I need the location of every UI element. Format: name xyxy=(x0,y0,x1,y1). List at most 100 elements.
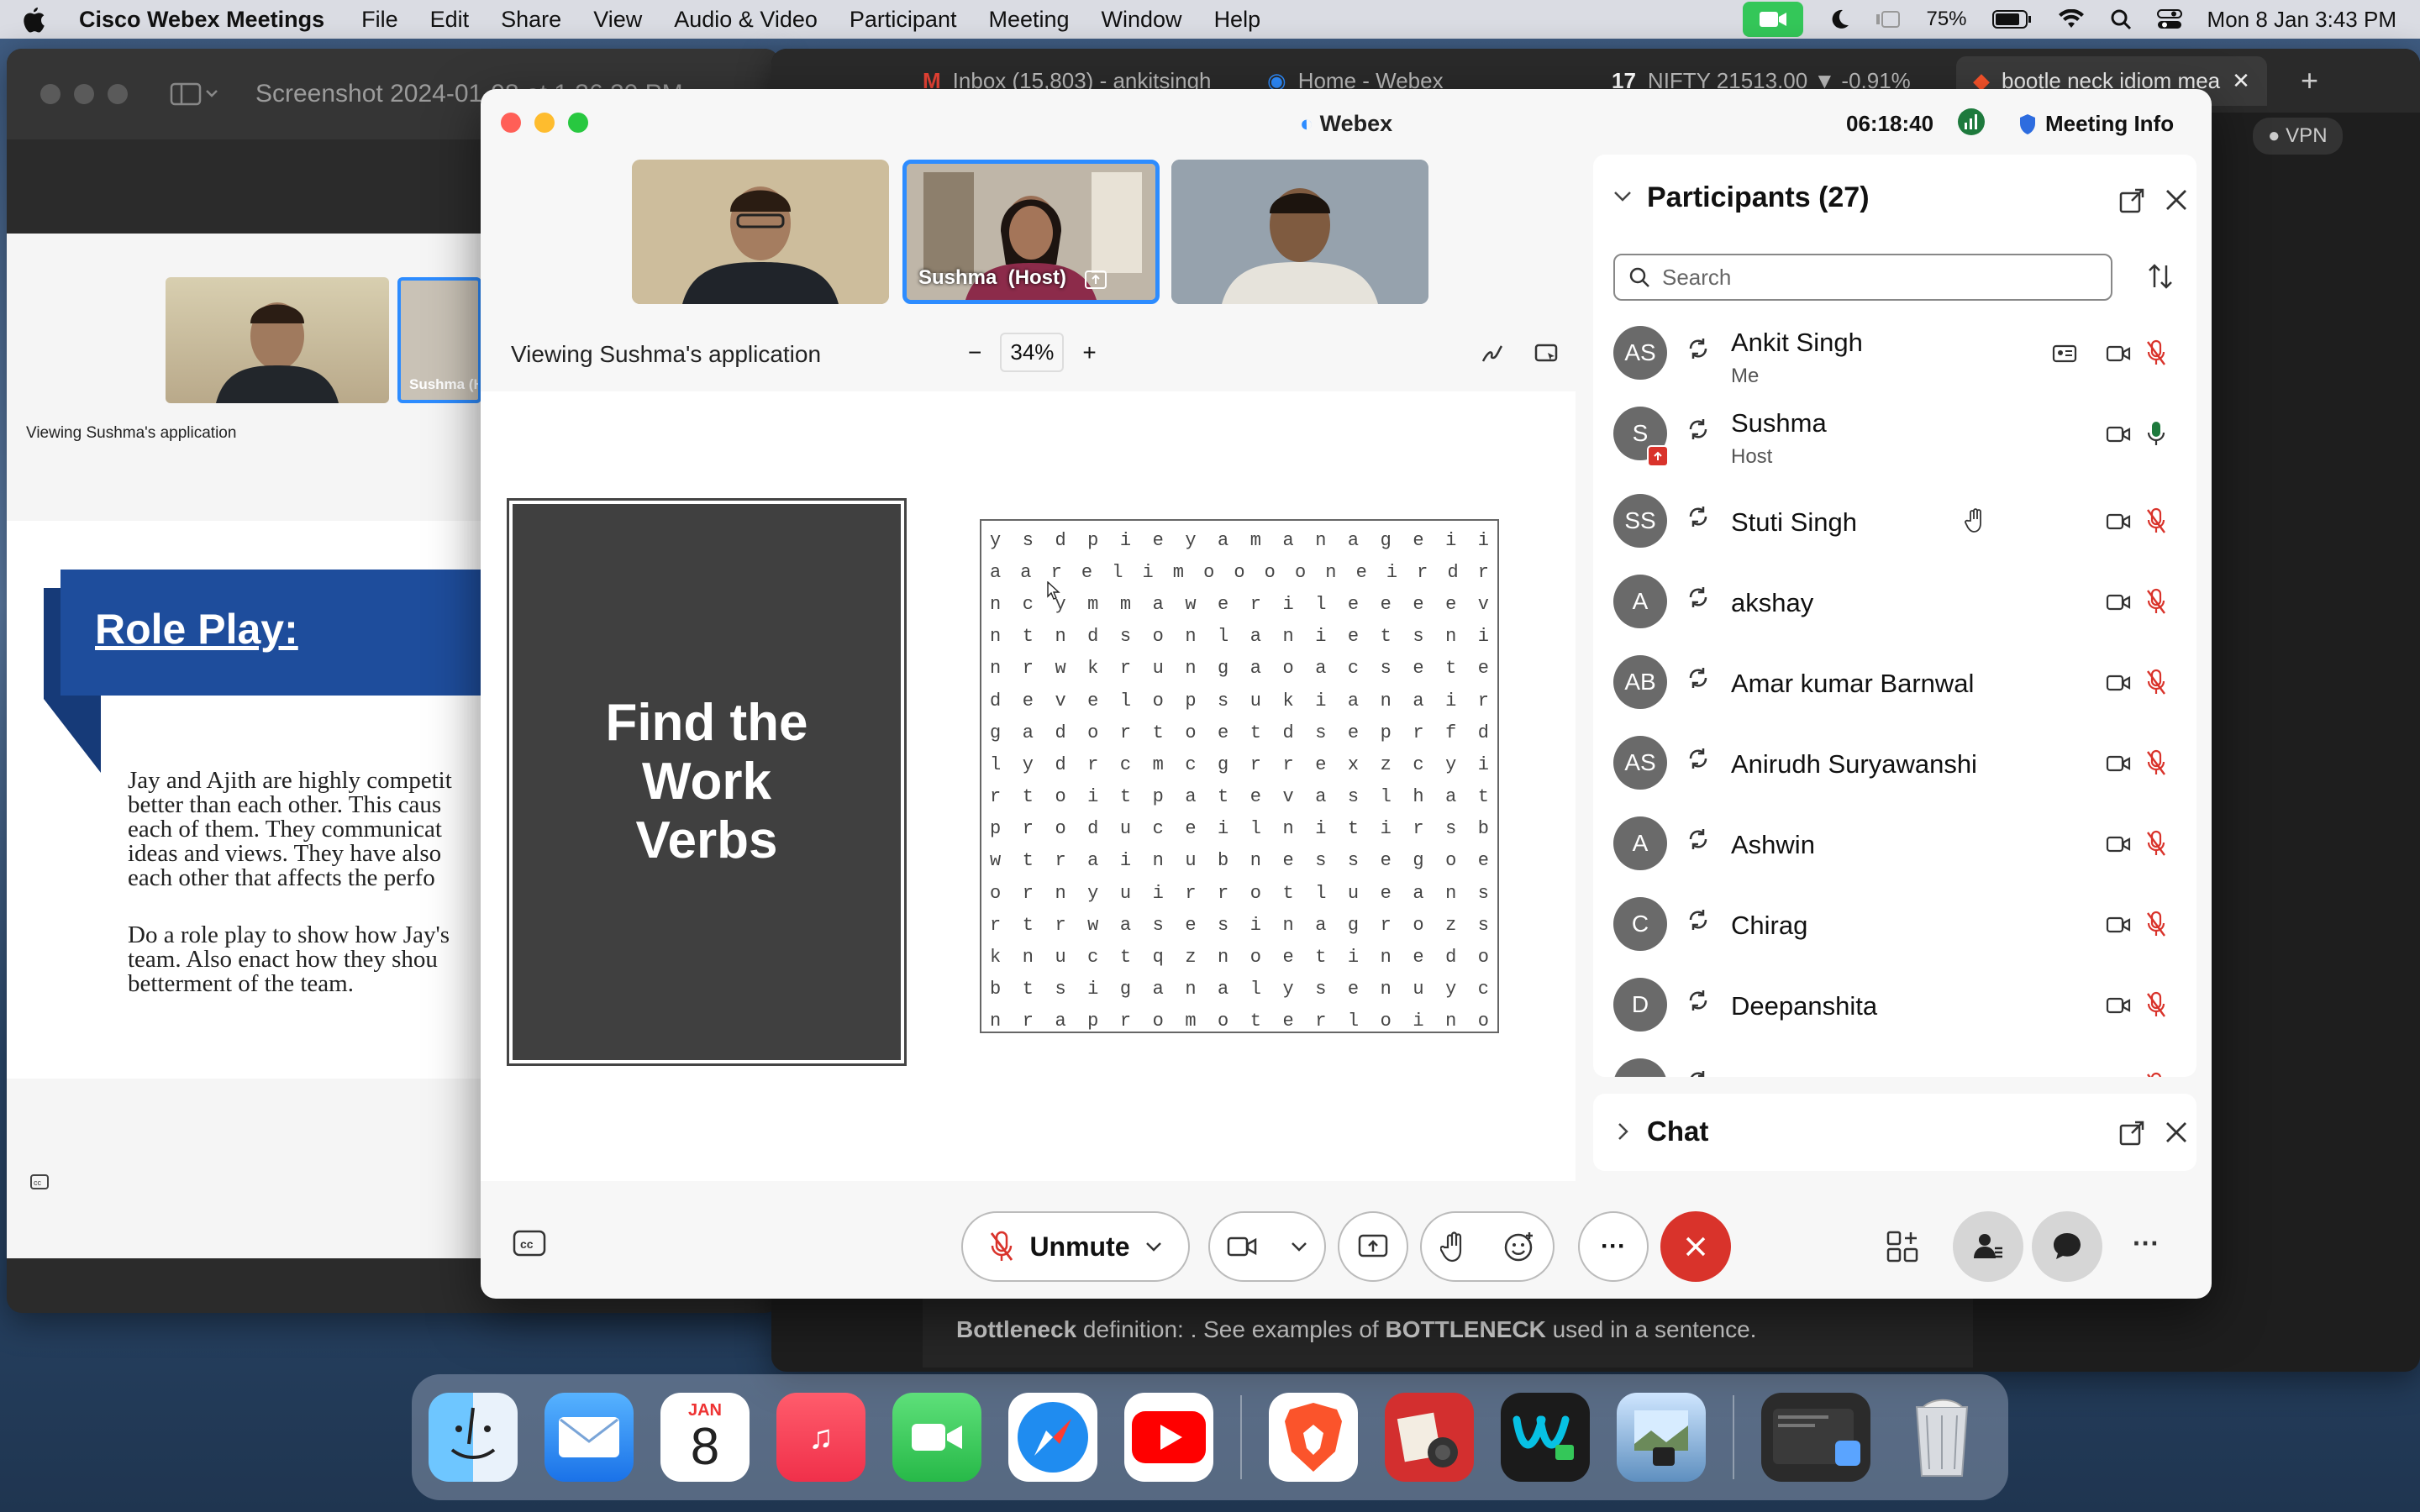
video-camera-icon[interactable] xyxy=(2106,835,2131,853)
participant-row[interactable]: Aakshay xyxy=(1593,564,2196,645)
participant-row[interactable]: SS Stuti Singh xyxy=(1593,484,2196,564)
menu-window[interactable]: Window xyxy=(1102,7,1182,33)
calendar-icon[interactable]: JAN 8 xyxy=(660,1393,750,1482)
expand-chevron-icon[interactable] xyxy=(1617,1122,1630,1141)
captions-button[interactable]: cc xyxy=(513,1230,546,1258)
chat-panel[interactable]: Chat xyxy=(1593,1094,2196,1171)
control-center-icon[interactable] xyxy=(2156,8,2182,30)
stage-manager-icon[interactable] xyxy=(1876,10,1901,29)
participants-toggle-button[interactable] xyxy=(1953,1211,2023,1282)
chat-close-icon[interactable] xyxy=(2165,1121,2188,1144)
muted-mic-icon[interactable] xyxy=(2146,911,2166,937)
video-camera-icon[interactable] xyxy=(2106,425,2131,444)
id-card-icon[interactable] xyxy=(2052,344,2077,363)
video-camera-icon[interactable] xyxy=(2106,674,2131,692)
caption-icon[interactable]: cc xyxy=(30,1174,49,1189)
mail-icon[interactable] xyxy=(544,1393,634,1482)
sort-icon[interactable] xyxy=(2146,262,2175,291)
chat-toggle-button[interactable] xyxy=(2032,1211,2102,1282)
menu-help[interactable]: Help xyxy=(1214,7,1261,33)
reaction-smiley-icon[interactable] xyxy=(1503,1231,1535,1263)
moon-icon[interactable] xyxy=(1828,8,1850,30)
muted-mic-icon[interactable] xyxy=(2146,339,2166,366)
sidebar-toggle-icon[interactable] xyxy=(170,81,218,107)
menu-view[interactable]: View xyxy=(593,7,642,33)
zoom-in-button[interactable]: + xyxy=(1082,339,1096,366)
preview-app-icon[interactable] xyxy=(1617,1393,1706,1482)
webex-app-icon[interactable] xyxy=(1501,1393,1590,1482)
meeting-camera-icon[interactable] xyxy=(1743,2,1804,37)
network-health-icon[interactable] xyxy=(1957,108,1986,136)
menu-share[interactable]: Share xyxy=(501,7,561,33)
video-button[interactable] xyxy=(1208,1211,1326,1282)
video-tile-sushma[interactable]: Sushma (Host) xyxy=(902,160,1160,304)
video-camera-icon[interactable] xyxy=(2106,996,2131,1015)
participant-row[interactable]: AS Anirudh Suryawanshi xyxy=(1593,726,2196,806)
muted-mic-icon[interactable] xyxy=(2146,669,2166,696)
wifi-icon[interactable] xyxy=(2058,9,2085,29)
close-button[interactable] xyxy=(40,84,60,104)
close-tab-icon[interactable]: ✕ xyxy=(2232,68,2250,94)
muted-mic-icon[interactable] xyxy=(2146,830,2166,857)
zoom-out-button[interactable]: − xyxy=(968,339,981,366)
minimize-button[interactable] xyxy=(74,84,94,104)
mic-icon[interactable] xyxy=(2146,420,2166,447)
more-options-button[interactable]: ··· xyxy=(1578,1211,1649,1282)
zoom-button[interactable] xyxy=(108,84,128,104)
music-icon[interactable]: ♫ xyxy=(776,1393,865,1482)
app-name[interactable]: Cisco Webex Meetings xyxy=(79,7,324,33)
youtube-icon[interactable] xyxy=(1124,1393,1213,1482)
brave-browser-icon[interactable] xyxy=(1269,1393,1358,1482)
menu-file[interactable]: File xyxy=(361,7,398,33)
participant-row[interactable]: AS Ankit Singh Me xyxy=(1593,316,2196,396)
collapse-chevron-icon[interactable] xyxy=(1613,190,1632,203)
video-camera-icon[interactable] xyxy=(2106,512,2131,531)
vpn-badge[interactable]: ● VPN xyxy=(2253,118,2343,155)
video-camera-icon[interactable] xyxy=(2106,916,2131,934)
more-button[interactable]: ··· xyxy=(2133,1228,2160,1259)
spotlight-search-icon[interactable] xyxy=(2110,8,2132,30)
unmute-button[interactable]: Unmute xyxy=(961,1211,1190,1282)
participant-row[interactable]: D Deepanshita xyxy=(1593,968,2196,1048)
finder-icon[interactable] xyxy=(429,1393,518,1482)
video-tile-ankit[interactable] xyxy=(632,160,889,304)
participant-search-input[interactable]: Search xyxy=(1613,254,2112,301)
apps-icon[interactable] xyxy=(1886,1230,1919,1263)
zoom-value[interactable]: 34% xyxy=(1000,333,1065,372)
menubar-datetime[interactable]: Mon 8 Jan 3:43 PM xyxy=(2207,7,2396,33)
leave-meeting-button[interactable] xyxy=(1660,1211,1731,1282)
menu-audio-video[interactable]: Audio & Video xyxy=(674,7,818,33)
participant-row[interactable]: AB Amar kumar Barnwal xyxy=(1593,645,2196,726)
video-camera-icon[interactable] xyxy=(2106,344,2131,363)
share-button[interactable] xyxy=(1338,1211,1408,1282)
chevron-down-icon[interactable] xyxy=(1145,1241,1162,1252)
participant-row[interactable]: C Chirag xyxy=(1593,887,2196,968)
video-tile-participant-3[interactable] xyxy=(1171,160,1428,304)
menu-meeting[interactable]: Meeting xyxy=(988,7,1069,33)
participant-row[interactable]: I Ishan xyxy=(1593,1048,2196,1077)
chat-popout-icon[interactable] xyxy=(2119,1121,2144,1146)
battery-icon[interactable] xyxy=(1991,9,2033,29)
muted-mic-icon[interactable] xyxy=(2146,749,2166,776)
video-camera-icon[interactable] xyxy=(2106,593,2131,612)
annotate-icon[interactable] xyxy=(1481,343,1506,365)
close-panel-icon[interactable] xyxy=(2165,188,2188,212)
participant-row[interactable]: A Ashwin xyxy=(1593,806,2196,887)
muted-mic-icon[interactable] xyxy=(2146,588,2166,615)
participant-row[interactable]: S Sushma Host xyxy=(1593,396,2196,477)
meeting-info-button[interactable]: Meeting Info xyxy=(2018,111,2174,137)
recent-window-icon[interactable] xyxy=(1761,1393,1870,1482)
video-camera-icon[interactable] xyxy=(2106,754,2131,773)
trash-icon[interactable] xyxy=(1897,1393,1986,1482)
menu-edit[interactable]: Edit xyxy=(430,7,470,33)
raise-hand-icon[interactable] xyxy=(1439,1231,1467,1263)
new-tab-icon[interactable]: + xyxy=(2301,63,2318,98)
menu-participant[interactable]: Participant xyxy=(850,7,957,33)
apple-icon[interactable] xyxy=(22,6,45,33)
safari-icon[interactable] xyxy=(1008,1393,1097,1482)
remote-control-icon[interactable] xyxy=(1534,343,1560,365)
facetime-icon[interactable] xyxy=(892,1393,981,1482)
muted-mic-icon[interactable] xyxy=(2146,1072,2166,1077)
muted-mic-icon[interactable] xyxy=(2146,991,2166,1018)
popout-icon[interactable] xyxy=(2119,188,2144,213)
